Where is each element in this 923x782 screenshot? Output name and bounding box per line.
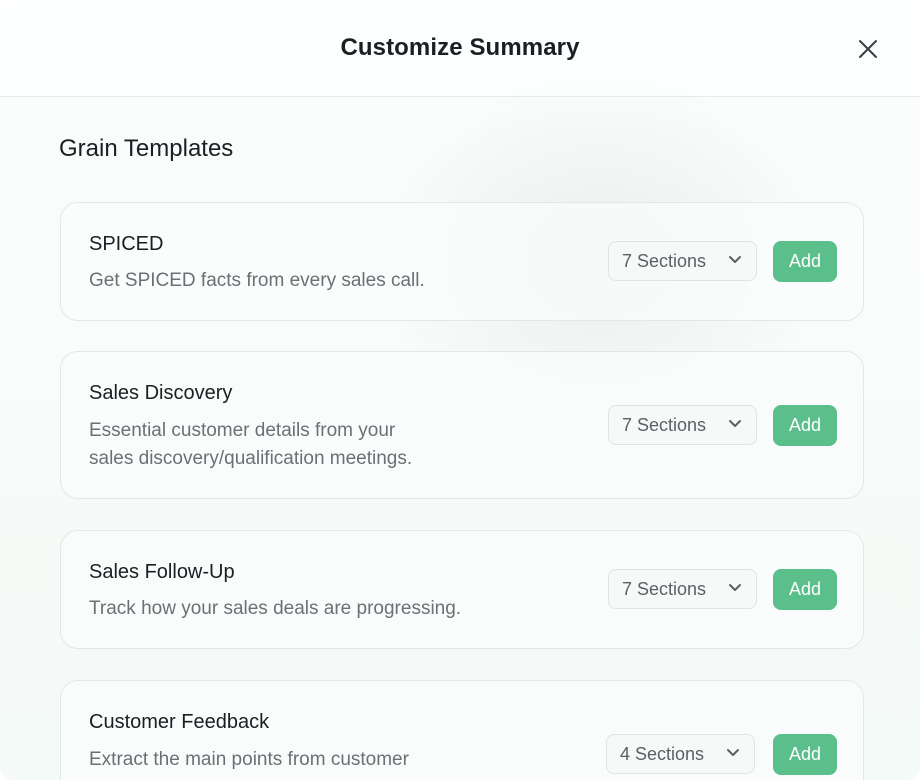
sections-dropdown[interactable]: 7 Sections (608, 569, 757, 609)
template-card-sales-follow-up: Sales Follow-Up Track how your sales dea… (60, 530, 864, 649)
add-button[interactable]: Add (773, 734, 837, 775)
chevron-down-icon (727, 749, 739, 756)
template-card-customer-feedback: Customer Feedback Extract the main point… (60, 680, 864, 780)
template-name: Customer Feedback (89, 711, 270, 733)
sections-label: 4 Sections (620, 744, 705, 764)
close-icon (859, 40, 877, 58)
sections-dropdown[interactable]: 7 Sections (608, 405, 757, 445)
template-name: SPICED (89, 233, 164, 255)
template-description: Track how your sales deals are progressi… (89, 598, 462, 619)
close-button[interactable] (854, 35, 882, 63)
template-description: Extract the main points from customer (89, 749, 409, 770)
template-description: Essential customer details from your sal… (89, 420, 413, 469)
template-card-spiced: SPICED Get SPICED facts from every sales… (60, 202, 864, 321)
add-button[interactable]: Add (773, 569, 837, 610)
chevron-down-icon (729, 420, 741, 427)
template-name: Sales Follow-Up (89, 561, 235, 583)
dialog-header: Customize Summary (0, 0, 920, 97)
sections-dropdown[interactable]: 7 Sections (608, 241, 757, 281)
template-name: Sales Discovery (89, 382, 233, 404)
sections-dropdown[interactable]: 4 Sections (606, 734, 755, 774)
chevron-down-icon (729, 584, 741, 591)
sections-label: 7 Sections (622, 251, 707, 271)
sections-label: 7 Sections (622, 579, 707, 599)
templates-heading: Grain Templates (59, 135, 234, 162)
sections-label: 7 Sections (622, 415, 707, 435)
template-card-sales-discovery: Sales Discovery Essential customer detai… (60, 351, 864, 499)
add-button[interactable]: Add (773, 241, 837, 282)
add-button[interactable]: Add (773, 405, 837, 446)
template-description: Get SPICED facts from every sales call. (89, 270, 425, 291)
customize-summary-dialog: Customize Summary Grain Templates SPICED… (0, 0, 920, 780)
dialog-title: Customize Summary (340, 34, 580, 61)
chevron-down-icon (729, 256, 741, 263)
